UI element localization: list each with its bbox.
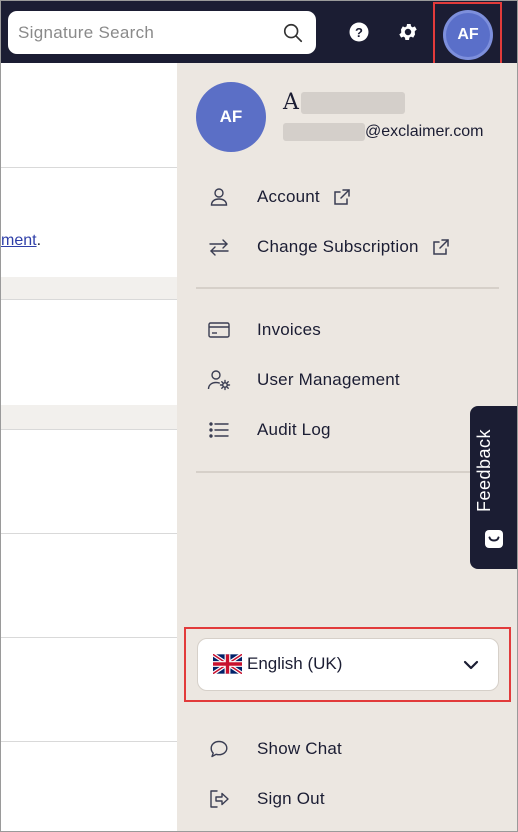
external-link-icon [334, 189, 350, 205]
svg-text:?: ? [355, 25, 363, 40]
sign-out-icon [207, 787, 231, 811]
credit-card-icon [207, 318, 231, 342]
menu-item-label: Show Chat [257, 739, 342, 758]
menu-item-label: Invoices [257, 320, 321, 339]
background-page: ment. [1, 63, 177, 831]
menu-divider [196, 287, 499, 289]
language-select[interactable]: English (UK) [197, 638, 499, 691]
search-icon[interactable] [282, 22, 304, 44]
gear-icon[interactable] [397, 21, 419, 43]
divider [1, 429, 177, 430]
avatar[interactable]: AF [446, 13, 490, 57]
profile-email-domain: @exclaimer.com [365, 123, 484, 141]
smiley-icon [485, 530, 503, 548]
menu-item-label: Account [257, 187, 320, 206]
redacted-email [283, 123, 365, 141]
help-icon[interactable]: ? [349, 22, 369, 42]
menu-item-label: Change Subscription [257, 237, 419, 256]
section-band [1, 277, 177, 299]
menu-item-user-management[interactable]: User Management [207, 360, 497, 400]
menu-divider [196, 471, 499, 473]
feedback-label: Feedback [474, 428, 494, 512]
menu-item-show-chat[interactable]: Show Chat [207, 729, 497, 769]
background-link[interactable]: ment [1, 232, 37, 249]
user-icon [207, 185, 231, 209]
profile-avatar: AF [196, 82, 266, 152]
profile-name-visible: A [283, 90, 299, 115]
profile-menu-panel: AF A @exclaimer.com Account Change Subsc… [177, 63, 517, 831]
app-window: ? AF ment. AF A @exclaimer.com [0, 0, 518, 832]
menu-item-invoices[interactable]: Invoices [207, 310, 497, 350]
menu-item-label: User Management [257, 370, 400, 389]
chevron-down-icon [463, 660, 479, 670]
avatar-highlight: AF [433, 2, 502, 68]
divider [1, 741, 177, 742]
list-icon [207, 418, 231, 442]
chat-bubble-icon [207, 737, 231, 761]
divider [1, 533, 177, 534]
swap-arrows-icon [207, 235, 231, 259]
search-box [8, 11, 316, 54]
menu-item-account[interactable]: Account [207, 177, 497, 217]
divider [1, 637, 177, 638]
section-band [1, 405, 177, 429]
language-highlight: English (UK) [184, 627, 511, 702]
menu-item-label: Audit Log [257, 420, 331, 439]
external-link-icon [432, 239, 449, 255]
profile-name: A [283, 90, 405, 115]
background-text: ment. [1, 232, 41, 250]
background-text-end: . [36, 232, 42, 249]
search-input[interactable] [18, 11, 268, 54]
uk-flag-icon [213, 654, 242, 674]
redacted-name [300, 92, 405, 114]
user-settings-icon [207, 368, 231, 392]
feedback-tab[interactable]: Feedback [470, 406, 517, 569]
language-label: English (UK) [247, 654, 343, 673]
menu-item-sign-out[interactable]: Sign Out [207, 779, 497, 819]
profile-email: @exclaimer.com [283, 123, 484, 141]
divider [1, 299, 177, 300]
menu-item-label: Sign Out [257, 789, 325, 808]
menu-item-change-subscription[interactable]: Change Subscription [207, 227, 497, 267]
menu-item-audit-log[interactable]: Audit Log [207, 410, 497, 450]
top-bar: ? AF [1, 1, 517, 68]
divider [1, 167, 177, 168]
